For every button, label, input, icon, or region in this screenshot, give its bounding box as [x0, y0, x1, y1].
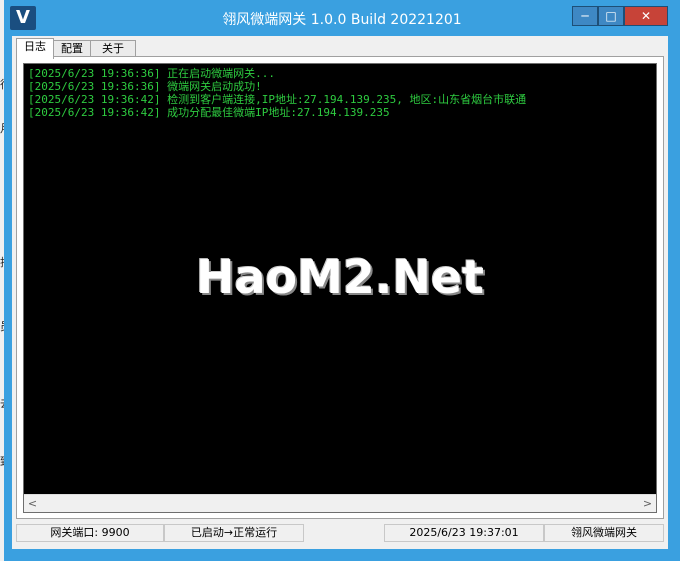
close-button[interactable]: ✕	[624, 6, 668, 26]
watermark-text: HaoM2.Net	[195, 250, 485, 304]
log-console[interactable]: [2025/6/23 19:36:36] 正在启动微端网关... [2025/6…	[23, 63, 657, 513]
scroll-right-icon[interactable]: >	[639, 495, 656, 512]
log-line: [2025/6/23 19:36:42] 检测到客户端连接,IP地址:27.19…	[28, 93, 527, 106]
minimize-button[interactable]: ─	[572, 6, 598, 26]
status-app-name: 翎风微端网关	[544, 524, 664, 542]
tab-log[interactable]: 日志	[16, 38, 54, 59]
status-time: 2025/6/23 19:37:01	[384, 524, 544, 542]
title-bar[interactable]: V 翎风微端网关 1.0.0 Build 20221201 ─ □ ✕	[4, 0, 680, 36]
status-state: 已启动→正常运行	[164, 524, 304, 542]
status-bar: 网关端口: 9900 已启动→正常运行 2025/6/23 19:37:01 翎…	[12, 524, 668, 544]
window-client-area: 日志 配置 关于 [2025/6/23 19:36:36] 正在启动微端网关..…	[12, 36, 668, 549]
log-list: [2025/6/23 19:36:36] 正在启动微端网关... [2025/6…	[28, 67, 652, 119]
horizontal-scrollbar[interactable]: < >	[24, 494, 656, 512]
app-window: V 翎风微端网关 1.0.0 Build 20221201 ─ □ ✕ 日志 配…	[4, 0, 680, 561]
status-port: 网关端口: 9900	[16, 524, 164, 542]
scroll-left-icon[interactable]: <	[24, 495, 41, 512]
log-line: [2025/6/23 19:36:42] 成功分配最佳微端IP地址:27.194…	[28, 106, 390, 119]
log-line: [2025/6/23 19:36:36] 微端网关启动成功!	[28, 80, 262, 93]
maximize-button[interactable]: □	[598, 6, 624, 26]
log-line: [2025/6/23 19:36:36] 正在启动微端网关...	[28, 67, 275, 80]
log-tab-panel: [2025/6/23 19:36:36] 正在启动微端网关... [2025/6…	[16, 56, 664, 519]
